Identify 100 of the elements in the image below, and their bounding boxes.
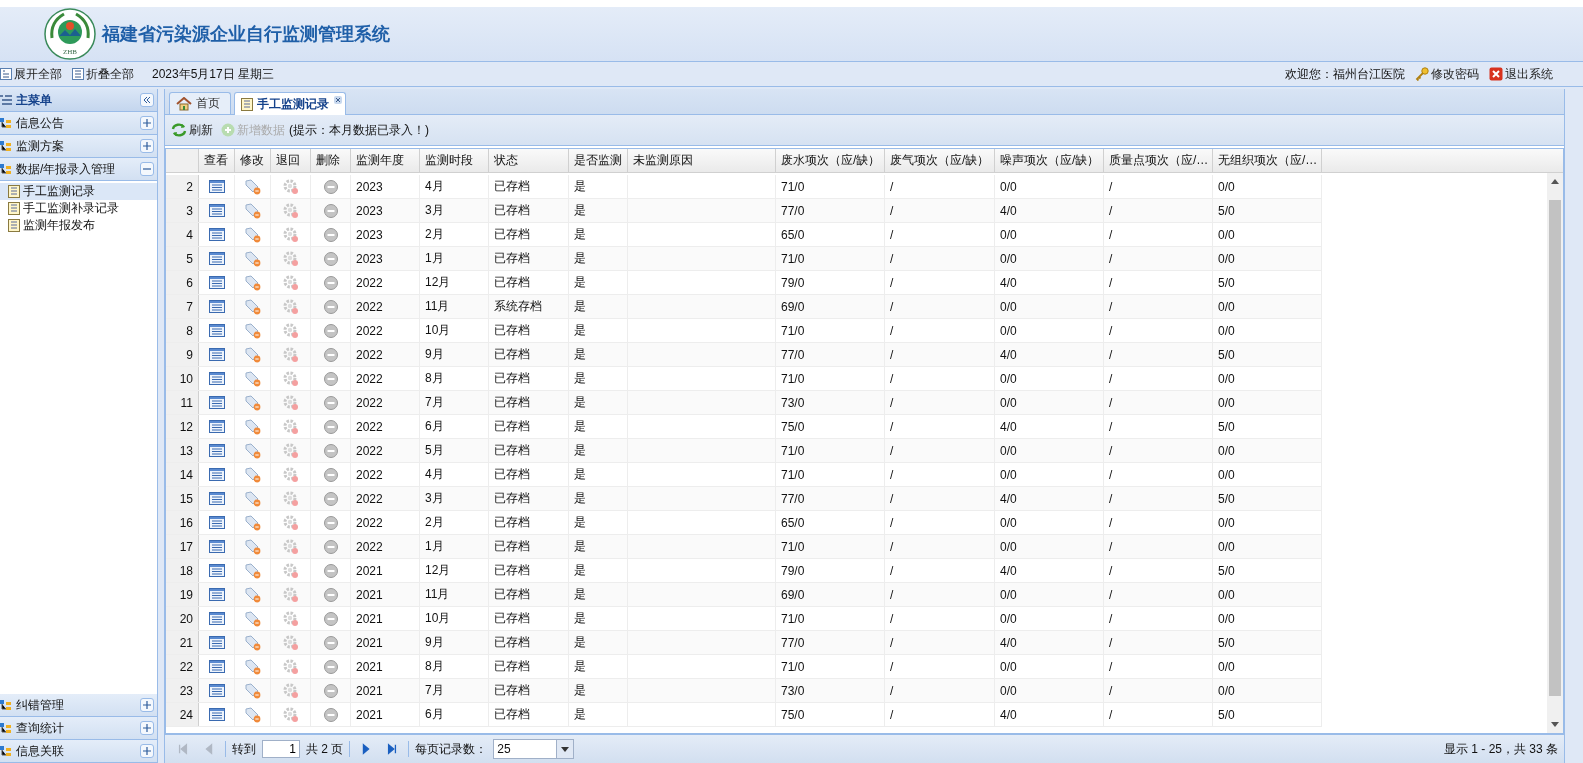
gear-icon[interactable] (282, 346, 299, 363)
menu-group[interactable]: 监测方案 (0, 135, 157, 158)
gear-icon[interactable] (282, 610, 299, 627)
column-header[interactable]: 监测时段 (420, 149, 489, 172)
collapse-all-button[interactable]: 折叠全部 (72, 65, 134, 83)
gear-icon[interactable] (282, 490, 299, 507)
tag-icon[interactable] (244, 394, 261, 411)
list-icon[interactable] (208, 636, 225, 649)
tab[interactable]: 首页 (169, 92, 231, 114)
collapse-sidebar-button[interactable] (140, 93, 154, 107)
gear-icon[interactable] (282, 538, 299, 555)
list-icon[interactable] (208, 276, 225, 289)
tag-icon[interactable] (244, 682, 261, 699)
tag-icon[interactable] (244, 442, 261, 459)
menu-item[interactable]: 手工监测记录 (0, 183, 157, 200)
minus-circle-icon[interactable] (323, 323, 338, 338)
minus-circle-icon[interactable] (323, 683, 338, 698)
list-icon[interactable] (208, 324, 225, 337)
tag-icon[interactable] (244, 562, 261, 579)
tag-icon[interactable] (244, 250, 261, 267)
tag-icon[interactable] (244, 658, 261, 675)
tag-icon[interactable] (244, 610, 261, 627)
tag-icon[interactable] (244, 298, 261, 315)
column-header[interactable]: 查看 (199, 149, 235, 172)
list-icon[interactable] (208, 492, 225, 505)
minus-circle-icon[interactable] (323, 515, 338, 530)
toggle-button[interactable] (140, 721, 154, 735)
toolbar-button[interactable]: 刷新 (171, 121, 213, 139)
gear-icon[interactable] (282, 394, 299, 411)
minus-circle-icon[interactable] (323, 563, 338, 578)
minus-circle-icon[interactable] (323, 299, 338, 314)
minus-circle-icon[interactable] (323, 491, 338, 506)
list-icon[interactable] (208, 180, 225, 193)
gear-icon[interactable] (282, 298, 299, 315)
minus-circle-icon[interactable] (323, 467, 338, 482)
list-icon[interactable] (208, 708, 225, 721)
gear-icon[interactable] (282, 370, 299, 387)
tag-icon[interactable] (244, 322, 261, 339)
column-header[interactable]: 是否监测 (569, 149, 628, 172)
gear-icon[interactable] (282, 202, 299, 219)
tag-icon[interactable] (244, 226, 261, 243)
toggle-button[interactable] (140, 139, 154, 153)
minus-circle-icon[interactable] (323, 587, 338, 602)
tag-icon[interactable] (244, 514, 261, 531)
tag-icon[interactable] (244, 274, 261, 291)
minus-circle-icon[interactable] (323, 635, 338, 650)
down-arrow-icon[interactable] (1551, 722, 1559, 727)
menu-item[interactable]: 监测年报发布 (0, 217, 157, 234)
expand-all-button[interactable]: 展开全部 (0, 65, 62, 83)
list-icon[interactable] (208, 372, 225, 385)
list-icon[interactable] (208, 396, 225, 409)
toggle-button[interactable] (140, 744, 154, 758)
gear-icon[interactable] (282, 682, 299, 699)
list-icon[interactable] (208, 540, 225, 553)
close-icon[interactable] (334, 96, 342, 104)
tag-icon[interactable] (244, 418, 261, 435)
column-header[interactable]: 质量点项次（应/… (1104, 149, 1213, 172)
tag-icon[interactable] (244, 586, 261, 603)
page-input[interactable]: 1 (262, 740, 300, 758)
column-header[interactable]: 修改 (235, 149, 271, 172)
tag-icon[interactable] (244, 370, 261, 387)
column-header[interactable]: 废水项次（应/缺） (776, 149, 885, 172)
tab[interactable]: 手工监测记录 (234, 92, 346, 115)
gear-icon[interactable] (282, 442, 299, 459)
gear-icon[interactable] (282, 586, 299, 603)
list-icon[interactable] (208, 348, 225, 361)
gear-icon[interactable] (282, 514, 299, 531)
column-header[interactable]: 未监测原因 (628, 149, 776, 172)
gear-icon[interactable] (282, 418, 299, 435)
minus-circle-icon[interactable] (323, 443, 338, 458)
tag-icon[interactable] (244, 178, 261, 195)
list-icon[interactable] (208, 204, 225, 217)
menu-group[interactable]: 查询统计 (0, 717, 157, 740)
menu-group[interactable]: 纠错管理 (0, 694, 157, 717)
tag-icon[interactable] (244, 538, 261, 555)
gear-icon[interactable] (282, 226, 299, 243)
column-header[interactable]: 删除 (311, 149, 351, 172)
minus-circle-icon[interactable] (323, 659, 338, 674)
change-password-link[interactable]: 修改密码 (1415, 65, 1479, 83)
list-icon[interactable] (208, 660, 225, 673)
list-icon[interactable] (208, 564, 225, 577)
minus-circle-icon[interactable] (323, 371, 338, 386)
list-icon[interactable] (208, 228, 225, 241)
gear-icon[interactable] (282, 706, 299, 723)
minus-circle-icon[interactable] (323, 275, 338, 290)
column-header[interactable]: 废气项次（应/缺） (885, 149, 995, 172)
column-header[interactable]: 噪声项次（应/缺） (995, 149, 1104, 172)
list-icon[interactable] (208, 468, 225, 481)
column-header[interactable]: 无组织项次（应/… (1213, 149, 1322, 172)
gear-icon[interactable] (282, 274, 299, 291)
list-icon[interactable] (208, 588, 225, 601)
gear-icon[interactable] (282, 178, 299, 195)
scrollbar-thumb[interactable] (1549, 200, 1561, 696)
tag-icon[interactable] (244, 346, 261, 363)
menu-group[interactable]: 信息关联 (0, 740, 157, 763)
minus-circle-icon[interactable] (323, 227, 338, 242)
menu-group[interactable]: 数据/年报录入管理 (0, 158, 157, 181)
tag-icon[interactable] (244, 706, 261, 723)
menu-group[interactable]: 信息公告 (0, 112, 157, 135)
logout-link[interactable]: 退出系统 (1489, 65, 1553, 83)
